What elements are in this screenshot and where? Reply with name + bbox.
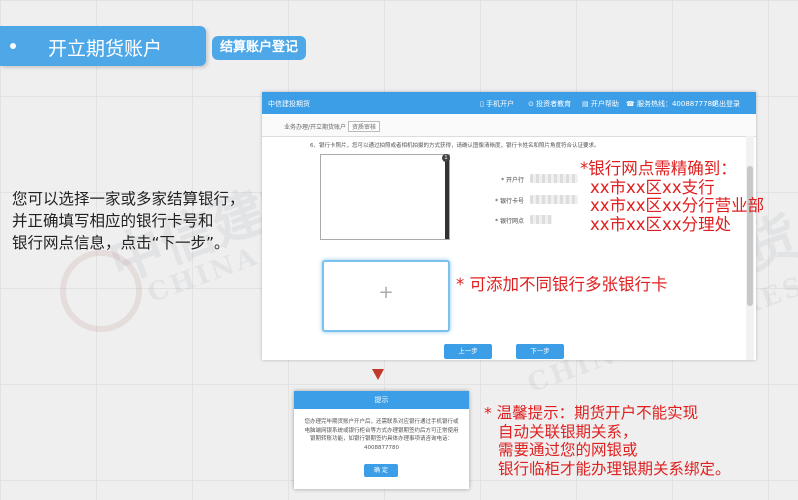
breadcrumb-text: 业务办理/开立期货账户 xyxy=(284,124,347,131)
next-step-button[interactable]: 下一步 xyxy=(516,344,564,359)
annotation-line: xx市xx区xx分理处 xyxy=(590,214,732,234)
watermark-logo-icon xyxy=(60,250,142,332)
breadcrumb: 业务办理/开立期货账户 资质审核 xyxy=(262,114,756,137)
dialog-title: 提示 xyxy=(294,391,469,409)
tip-dialog: 提示 您办理完毕期货账户开户后，还需联系对应银行通过手机银行或电脑端网银系统或银… xyxy=(294,391,469,489)
branch-label: * 银行网点 xyxy=(495,218,524,225)
breadcrumb-tag: 资质审核 xyxy=(347,121,380,132)
nav-help-link[interactable]: ▤ 开户帮助 xyxy=(582,99,619,109)
bank-card-photo[interactable]: 1 xyxy=(320,154,450,240)
prev-step-button[interactable]: 上一步 xyxy=(444,344,492,359)
bank-name-input[interactable] xyxy=(530,174,578,183)
instruction-line: 并正确填写相应的银行卡号和 xyxy=(12,212,214,230)
card-number-label: * 银行卡号 xyxy=(495,198,524,205)
instruction-line: 银行网点信息，点击“下一步”。 xyxy=(12,234,230,252)
branch-annotation: *银行网点需精确到： xx市xx区xx支行 xx市xx区xx分行营业部 xx市x… xyxy=(580,159,765,234)
instruction-text: 您可以选择一家或多家结算银行， 并正确填写相应的银行卡号和 银行网点信息，点击“… xyxy=(12,188,302,254)
annotation-line: 自动关联银期关系， xyxy=(498,422,638,441)
annotation-line: xx市xx区xx分行营业部 xyxy=(590,196,765,215)
nav-mobile-link[interactable]: ▯ 手机开户 xyxy=(480,99,514,109)
card-number-input[interactable] xyxy=(530,195,578,204)
instruction-line: 您可以选择一家或多家结算银行， xyxy=(12,190,245,208)
brand-name: 中信建投期货 xyxy=(268,100,310,108)
sub-section-tab: 结算账户登记 xyxy=(212,36,307,60)
annotation-line: * 温馨提示：期货开户不能实现 xyxy=(484,404,699,422)
annotation-line: xx市xx区xx支行 xyxy=(590,177,715,197)
logout-link[interactable]: 退出登录 xyxy=(712,99,740,109)
dialog-body: 您办理完毕期货账户开户后，还需联系对应银行通过手机银行或电脑端网银系统或银行柜台… xyxy=(304,419,459,451)
upload-notice: 6、银行卡照片，您可以通过拍照或者相机拍摄的方式获得，请确认图像清晰度，银行卡姓… xyxy=(310,143,600,149)
nav-hotline: ☎ 服务热线：4008877780 xyxy=(626,100,717,108)
annotation-line: 需要通过您的网银或 xyxy=(498,441,638,459)
annotation-line: 银行临柜才能办理银期关系绑定。 xyxy=(498,459,731,478)
annotation-line: *银行网点需精确到： xyxy=(580,159,737,178)
branch-input[interactable] xyxy=(530,215,552,224)
card-number-badge: 1 xyxy=(442,154,450,162)
dialog-ok-button[interactable]: 确 定 xyxy=(364,464,398,477)
top-nav: 中信建投期货 ▯ 手机开户 ⊙ 投资者教育 ▤ 开户帮助 ☎ 服务热线：4008… xyxy=(262,92,756,114)
card-photo-edge xyxy=(445,155,449,239)
bullet-icon xyxy=(10,43,16,49)
bank-name-label: * 开户行 xyxy=(501,177,524,184)
tip-annotation: * 温馨提示：期货开户不能实现 自动关联银期关系， 需要通过您的网银或 银行临柜… xyxy=(484,404,731,478)
nav-education-link[interactable]: ⊙ 投资者教育 xyxy=(528,99,571,109)
add-bank-card-button[interactable]: + xyxy=(322,260,450,332)
plus-icon: + xyxy=(378,282,394,303)
main-section-title: 开立期货账户 xyxy=(48,38,163,60)
add-cards-annotation: * 可添加不同银行多张银行卡 xyxy=(456,275,668,294)
main-section-tab: 开立期货账户 xyxy=(0,26,206,66)
arrow-down-icon xyxy=(372,369,384,380)
